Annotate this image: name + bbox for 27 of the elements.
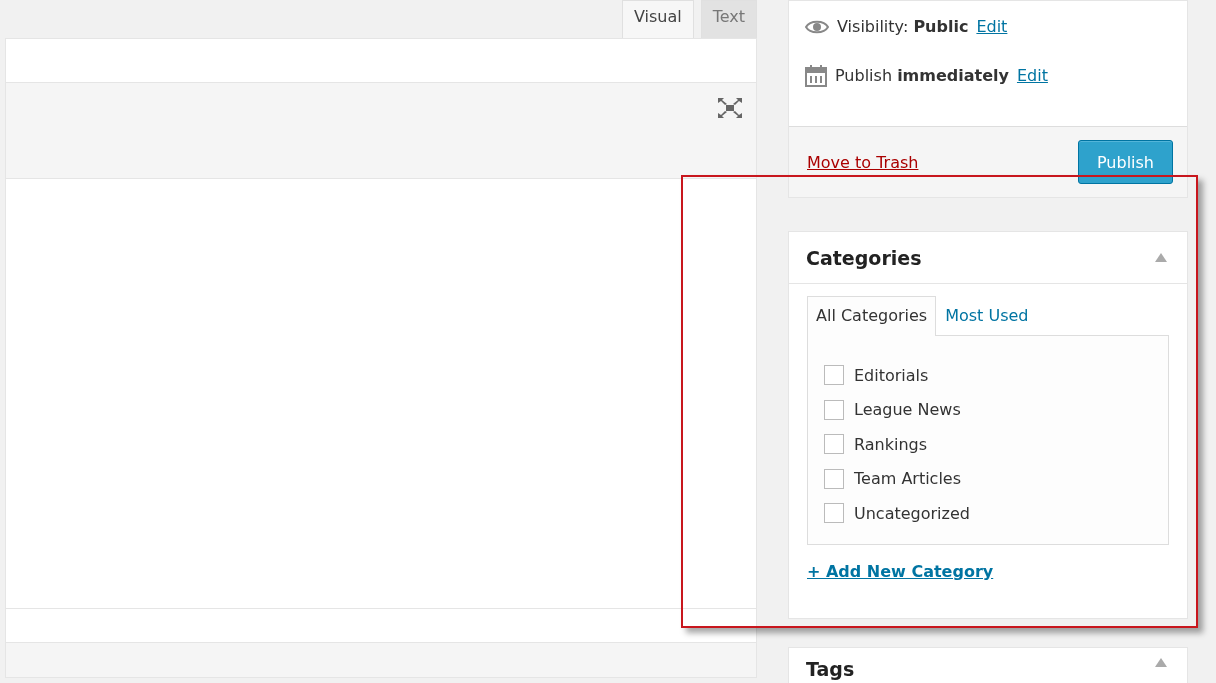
editor-content-area[interactable] [6, 179, 756, 609]
calendar-icon [805, 64, 827, 87]
category-label[interactable]: Uncategorized [854, 503, 970, 523]
category-checkbox[interactable] [824, 365, 844, 386]
category-label[interactable]: Team Articles [854, 469, 962, 489]
editor-tab[interactable]: Visual [621, 0, 694, 38]
schedule-status-text: Publish immediately [835, 66, 1009, 85]
edit-link[interactable]: Edit [976, 17, 1008, 36]
category-checkbox[interactable] [824, 399, 844, 420]
edit-link[interactable]: Edit [1016, 66, 1048, 85]
categories-title: Categories [806, 246, 922, 269]
move-to-trash-link[interactable]: Move to Trash [807, 152, 919, 172]
category-checkbox[interactable] [824, 434, 844, 455]
tags-title: Tags [806, 658, 855, 680]
category-label[interactable]: Editorials [854, 365, 929, 385]
category-tab[interactable]: All Categories [807, 296, 937, 336]
category-checkbox[interactable] [824, 503, 844, 524]
add-new-category-link[interactable]: + Add New Category [807, 562, 994, 581]
eye-icon [805, 19, 829, 34]
collapse-arrow-icon[interactable] [1155, 658, 1167, 667]
fullscreen-icon[interactable] [718, 98, 742, 118]
visibility-status-text: Visibility: Public [837, 17, 969, 36]
category-label[interactable]: Rankings [854, 434, 928, 454]
category-label[interactable]: League News [854, 400, 961, 420]
category-checkbox[interactable] [824, 468, 844, 489]
collapse-arrow-icon[interactable] [1155, 253, 1167, 262]
category-tab[interactable]: Most Used [936, 296, 1038, 336]
